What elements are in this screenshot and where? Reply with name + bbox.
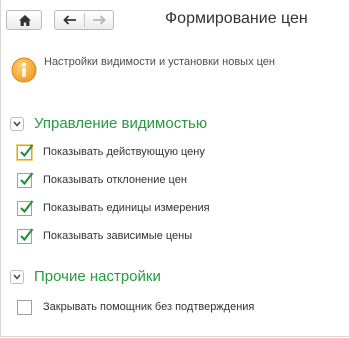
checkbox[interactable] [17,300,32,315]
page-title: Формирование цен [165,10,308,27]
history-nav-group [54,10,114,30]
checkbox[interactable] [17,172,34,188]
group-title: Управление видимостью [34,115,208,132]
group-collapse-toggle[interactable] [10,117,24,131]
checkbox-label: Показывать действующую цену [43,146,205,158]
checkbox[interactable] [17,228,34,244]
group-collapse-toggle[interactable] [10,270,24,284]
checkbox-label: Показывать отклонение цен [43,174,187,186]
checkbox-label: Закрывать помощник без подтверждения [43,301,255,313]
checkbox[interactable] [17,200,34,216]
arrow-right-icon [93,15,106,25]
checkmark-icon [20,172,34,186]
checkbox[interactable] [17,144,34,160]
home-icon [19,15,31,26]
info-message: Настройки видимости и установки новых це… [44,56,275,68]
checkmark-icon [20,144,34,158]
group-title: Прочие настройки [34,268,161,285]
info-icon [11,57,37,83]
back-button[interactable] [55,11,84,29]
checkmark-icon [20,228,34,242]
arrow-left-icon [63,15,76,25]
home-button[interactable] [6,10,42,30]
checkbox-label: Показывать зависимые цены [43,230,193,242]
chevron-down-icon [13,121,21,127]
form-frame [0,0,350,337]
checkmark-icon [20,200,34,214]
checkbox-label: Показывать единицы измерения [43,202,210,214]
chevron-down-icon [13,274,21,280]
forward-button[interactable] [85,11,114,29]
